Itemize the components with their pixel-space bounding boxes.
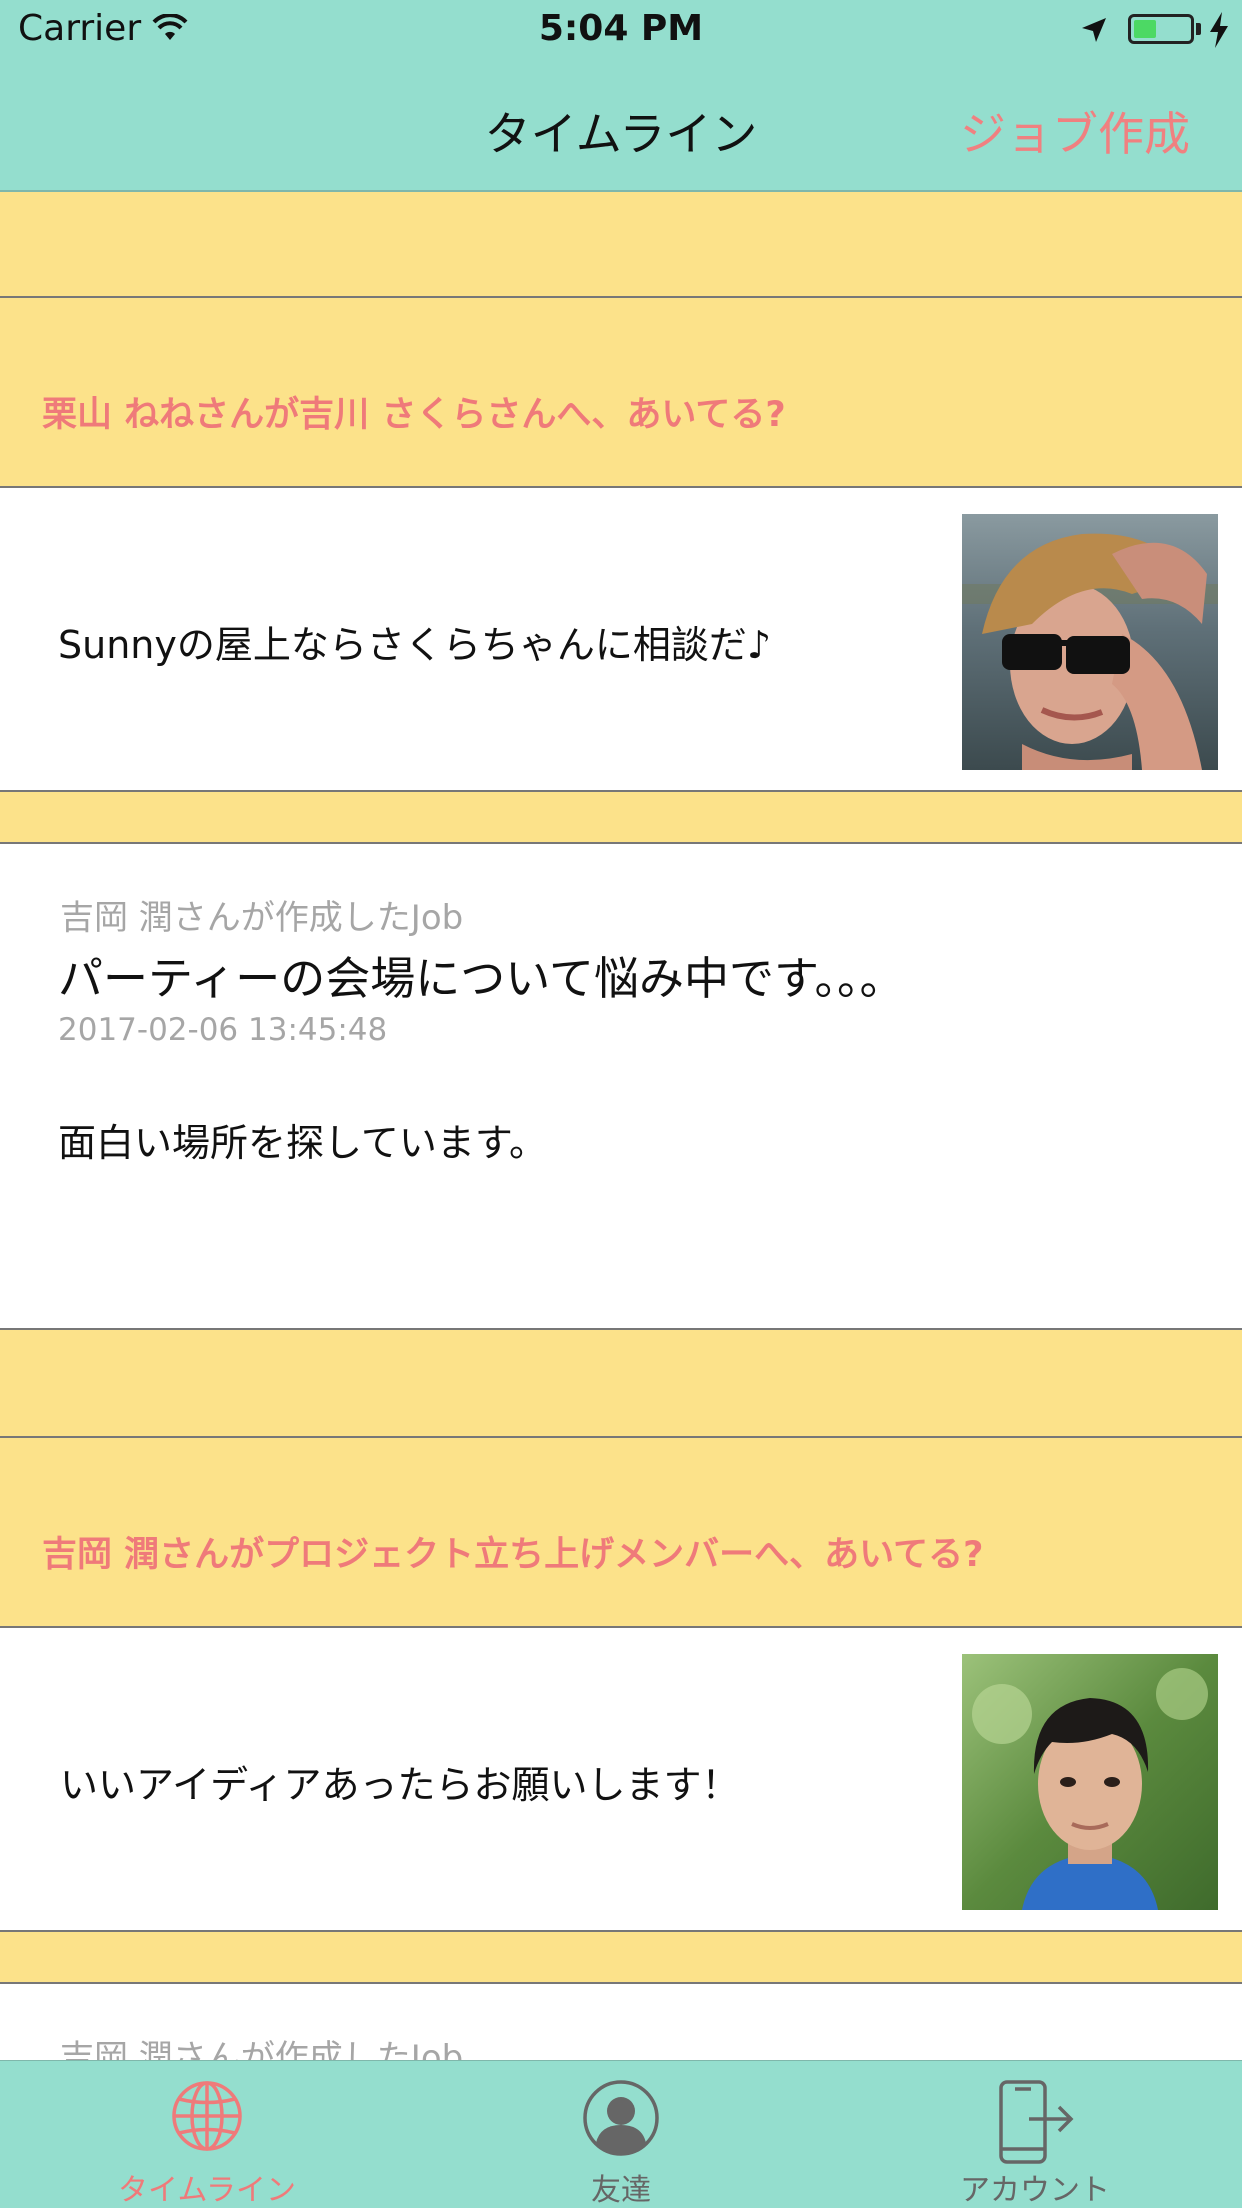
tab-timeline[interactable]: タイムライン [0, 2061, 414, 2208]
battery-nub [1196, 23, 1201, 35]
job-title: パーティーの会場について悩み中です。。。 [58, 952, 905, 1005]
tab-friends[interactable]: 友達 [414, 2061, 828, 2208]
tab-account[interactable]: アカウント [828, 2061, 1242, 2208]
status-time: 5:04 PM [538, 8, 704, 49]
woman-sunglasses-hat-photo[interactable] [962, 514, 1218, 770]
person-icon [582, 2079, 660, 2161]
screen: Carrier 5:04 PM タイムライン ジョブ作成 栗山 ねねさんが吉川 … [0, 0, 1242, 2208]
create-job-button[interactable]: ジョブ作成 [960, 98, 1190, 164]
section-spacer [0, 1330, 1242, 1438]
mention-heading: 吉岡 潤さんがプロジェクト立ち上げメンバーへ、あいてる? [42, 1535, 984, 1575]
globe-icon [170, 2079, 244, 2157]
message-card[interactable]: いいアイディアあったらお願いします！ [0, 1626, 1242, 1932]
message-text: Sunnyの屋上ならさくらちゃんに相談だ♪ [58, 623, 772, 667]
tab-bar: タイムライン 友達 アカウント [0, 2060, 1242, 2208]
section-spacer [0, 192, 1242, 298]
tab-label: 友達 [591, 2173, 651, 2208]
job-card[interactable]: 吉岡 潤さんが作成したJob パーティーの会場について悩み中です。。。 2017… [0, 842, 1242, 1330]
job-body: 面白い場所を探しています。 [58, 1121, 548, 1165]
location-arrow-icon [1080, 16, 1108, 48]
battery-icon [1128, 14, 1194, 44]
man-portrait-photo[interactable] [962, 1654, 1218, 1910]
mention-heading: 栗山 ねねさんが吉川 さくらさんへ、あいてる? [42, 395, 786, 435]
tab-label: タイムライン [118, 2173, 296, 2208]
charging-bolt-icon [1208, 12, 1230, 52]
section-spacer [0, 1932, 1242, 1984]
tab-label: アカウント [960, 2173, 1110, 2208]
section-spacer [0, 792, 1242, 844]
status-bar: Carrier 5:04 PM [0, 0, 1242, 62]
message-card[interactable]: Sunnyの屋上ならさくらちゃんに相談だ♪ [0, 486, 1242, 792]
job-author: 吉岡 潤さんが作成したJob [60, 898, 464, 938]
navigation-bar: タイムライン ジョブ作成 [0, 62, 1242, 192]
logout-phone-icon [995, 2079, 1075, 2169]
job-date: 2017-02-06 13:45:48 [58, 1012, 388, 1048]
message-text: いいアイディアあったらお願いします！ [60, 1763, 740, 1807]
mention-header: 栗山 ねねさんが吉川 さくらさんへ、あいてる? [0, 298, 1242, 488]
mention-header: 吉岡 潤さんがプロジェクト立ち上げメンバーへ、あいてる? [0, 1438, 1242, 1628]
